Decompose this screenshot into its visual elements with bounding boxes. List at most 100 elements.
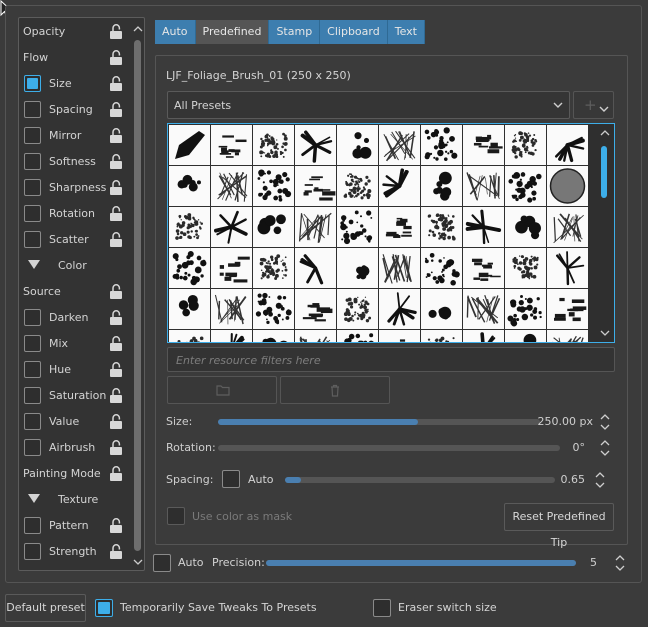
preset-filter-combo[interactable]: All Presets <box>167 91 570 119</box>
option-checkbox[interactable] <box>24 205 41 222</box>
option-row-value[interactable]: Value <box>19 409 130 435</box>
scroll-down-icon[interactable] <box>600 329 610 337</box>
tab-auto[interactable]: Auto <box>155 20 196 44</box>
lock-icon[interactable] <box>107 543 125 561</box>
option-row-strength[interactable]: Strength <box>19 539 130 565</box>
rotation-spinner-icon[interactable] <box>599 439 611 457</box>
option-row-hue[interactable]: Hue <box>19 357 130 383</box>
brush-tip-thumbnail[interactable] <box>379 166 420 206</box>
brush-tip-thumbnail[interactable] <box>505 207 546 247</box>
option-checkbox[interactable] <box>24 413 41 430</box>
brush-tip-thumbnail[interactable] <box>211 330 252 342</box>
option-row-airbrush[interactable]: Airbrush <box>19 435 130 461</box>
size-slider[interactable] <box>218 419 540 425</box>
scroll-down-icon[interactable] <box>133 557 143 567</box>
option-row-saturation[interactable]: Saturation <box>19 383 130 409</box>
option-checkbox[interactable] <box>24 153 41 170</box>
precision-slider[interactable] <box>266 560 576 566</box>
tab-clipboard[interactable]: Clipboard <box>320 20 388 44</box>
lock-icon[interactable] <box>107 127 125 145</box>
brush-tip-thumbnail[interactable] <box>169 125 210 165</box>
resource-filter-input[interactable] <box>174 352 604 368</box>
add-resource-button[interactable]: + <box>573 91 614 119</box>
brush-tip-thumbnail[interactable] <box>295 330 336 342</box>
delete-resource-button[interactable] <box>280 376 390 404</box>
temp-save-checkbox[interactable] <box>95 599 113 617</box>
lock-icon[interactable] <box>107 49 125 67</box>
option-checkbox[interactable] <box>24 75 41 92</box>
brush-tip-thumbnail[interactable] <box>295 166 336 206</box>
color-mask-checkbox[interactable] <box>167 507 185 525</box>
precision-auto-checkbox[interactable] <box>153 554 171 572</box>
brush-tip-thumbnail[interactable] <box>211 248 252 288</box>
brush-tip-thumbnail[interactable] <box>463 248 504 288</box>
brush-tip-thumbnail[interactable] <box>547 125 588 165</box>
option-checkbox[interactable] <box>24 309 41 326</box>
brush-tip-thumbnail[interactable] <box>169 166 210 206</box>
option-checkbox[interactable] <box>24 439 41 456</box>
reset-predefined-tip-button[interactable]: Reset Predefined Tip <box>504 503 614 549</box>
lock-icon[interactable] <box>107 179 125 197</box>
brush-tip-thumbnail[interactable] <box>337 166 378 206</box>
tab-text[interactable]: Text <box>387 20 425 44</box>
option-row-mix[interactable]: Mix <box>19 331 130 357</box>
option-checkbox[interactable] <box>24 179 41 196</box>
rotation-slider[interactable] <box>218 445 560 451</box>
brush-tip-thumbnail[interactable] <box>421 125 462 165</box>
lock-icon[interactable] <box>107 361 125 379</box>
option-row-softness[interactable]: Softness <box>19 149 130 175</box>
brush-tip-thumbnail[interactable] <box>547 248 588 288</box>
option-row-opacity[interactable]: Opacity <box>19 19 130 45</box>
option-row-darken[interactable]: Darken <box>19 305 130 331</box>
tab-predefined[interactable]: Predefined <box>195 20 270 44</box>
brush-tip-thumbnail[interactable] <box>337 125 378 165</box>
brush-tip-thumbnail[interactable] <box>253 289 294 329</box>
brush-tip-thumbnail[interactable] <box>547 289 588 329</box>
lock-icon[interactable] <box>107 153 125 171</box>
option-checkbox[interactable] <box>24 335 41 352</box>
lock-icon[interactable] <box>107 231 125 249</box>
scroll-thumb[interactable] <box>601 146 607 198</box>
brush-tip-thumbnail[interactable] <box>295 207 336 247</box>
brush-tip-thumbnail[interactable] <box>253 207 294 247</box>
brush-tip-thumbnail[interactable] <box>379 330 420 342</box>
brush-tip-thumbnail[interactable] <box>547 330 588 342</box>
option-row-pattern[interactable]: Pattern <box>19 513 130 539</box>
brush-tip-thumbnail[interactable] <box>505 125 546 165</box>
brush-tip-thumbnail[interactable] <box>463 166 504 206</box>
brush-tip-thumbnail[interactable] <box>337 207 378 247</box>
brush-tip-thumbnail[interactable] <box>421 166 462 206</box>
expand-triangle-icon[interactable] <box>28 494 40 503</box>
lock-icon[interactable] <box>107 517 125 535</box>
brush-tip-thumbnail[interactable] <box>421 289 462 329</box>
brush-tip-thumbnail[interactable] <box>379 289 420 329</box>
brush-tip-thumbnail[interactable] <box>169 330 210 342</box>
brush-tip-thumbnail[interactable] <box>253 248 294 288</box>
option-checkbox[interactable] <box>24 101 41 118</box>
brush-tip-thumbnail[interactable] <box>421 330 462 342</box>
size-spinner-icon[interactable] <box>599 413 611 431</box>
lock-icon[interactable] <box>107 387 125 405</box>
option-row-flow[interactable]: Flow <box>19 45 130 71</box>
brush-tip-thumbnail[interactable] <box>421 207 462 247</box>
brush-tip-thumbnail[interactable] <box>463 330 504 342</box>
eraser-switch-checkbox[interactable] <box>373 599 391 617</box>
lock-icon[interactable] <box>107 309 125 327</box>
default-preset-button[interactable]: Default preset <box>5 594 86 622</box>
lock-icon[interactable] <box>107 75 125 93</box>
brush-tip-thumbnail[interactable] <box>505 289 546 329</box>
brush-tip-thumbnail[interactable] <box>379 248 420 288</box>
brush-tip-thumbnail[interactable] <box>379 125 420 165</box>
option-row-rotation[interactable]: Rotation <box>19 201 130 227</box>
grid-scrollbar[interactable] <box>596 124 614 342</box>
brush-tip-thumbnail[interactable] <box>547 166 588 206</box>
brush-tip-thumbnail[interactable] <box>295 248 336 288</box>
lock-icon[interactable] <box>107 101 125 119</box>
brush-tip-thumbnail[interactable] <box>169 248 210 288</box>
brush-tip-thumbnail[interactable] <box>547 207 588 247</box>
brush-tip-thumbnail[interactable] <box>463 289 504 329</box>
lock-icon[interactable] <box>107 335 125 353</box>
lock-icon[interactable] <box>107 283 125 301</box>
brush-tip-thumbnail[interactable] <box>253 125 294 165</box>
option-list-scrollbar[interactable] <box>130 18 144 570</box>
